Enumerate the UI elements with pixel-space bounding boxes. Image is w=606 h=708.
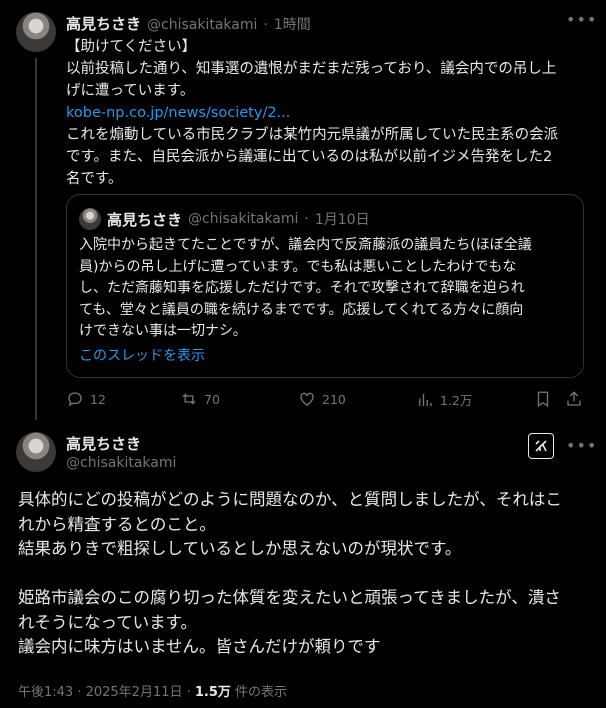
repost-icon [182, 393, 196, 405]
more-horizontal-icon[interactable]: ••• [566, 436, 597, 455]
grok-button[interactable] [528, 433, 554, 459]
body-line: 【助けてください】 [66, 39, 197, 55]
main-line: れから精査するとのこと。 [18, 514, 216, 534]
reply-button[interactable]: 12 [66, 390, 106, 408]
heart-icon [300, 392, 314, 406]
body-line: これを煽動している市民クラブは某竹内元県議が所属していた民主系の会派 [66, 127, 559, 143]
user-handle[interactable]: @chisakitakami [147, 17, 257, 33]
tweet1-body: 【助けてください】 以前投稿した通り、知事選の遺恨がまだまだ残っており、議会内で… [66, 36, 586, 190]
repost-button[interactable]: 70 [180, 390, 220, 408]
main-line: れそうになっています。 [18, 612, 198, 632]
thread-connector [35, 58, 37, 420]
quote-line: し、ただ斎藤知事を応援しただけです。それで攻撃されて辞職を迫られ [79, 280, 525, 296]
body-line: 以前投稿した通り、知事選の遺恨がまだまだ残っており、議会内での吊し上 [66, 61, 557, 77]
quote-line: けできない事は一切ナシ。 [79, 323, 247, 339]
views-button[interactable]: 1.2万 [416, 390, 472, 409]
bookmark-icon [537, 391, 549, 408]
like-count: 210 [322, 391, 346, 407]
reply-count: 12 [90, 391, 106, 407]
body-line: げに遭っています。 [66, 83, 195, 99]
user-handle[interactable]: @chisakitakami [66, 455, 176, 471]
main-line: 具体的にどの投稿がどのように問題なのか、と質問しましたが、それはこ [18, 490, 562, 509]
main-line: 議会内に味方はいません。皆さんだけが頼りです [18, 637, 381, 656]
share-button[interactable] [565, 390, 583, 408]
quote-display-name: 高見ちさき [107, 210, 183, 229]
article-link[interactable]: kobe-np.co.jp/news/society/2... [66, 102, 586, 124]
quote-date: 1月10日 [314, 212, 370, 228]
display-name[interactable]: 高見ちさき [66, 13, 141, 34]
main-line: 姫路市議会のこの腐り切った体質を変えたいと頑張ってきましたが、潰さ [18, 588, 561, 607]
repost-count: 70 [204, 391, 220, 407]
quoted-post[interactable]: 高見ちさき @chisakitakami · 1月10日 入院中から起きてたこと… [66, 194, 584, 378]
reply-icon [68, 392, 82, 407]
views-label: 件の表示 [230, 685, 288, 700]
like-button[interactable]: 210 [298, 390, 346, 408]
view-count: 1.5万 [194, 685, 231, 700]
analytics-icon [419, 393, 432, 406]
tweet1-header: 高見ちさき @chisakitakami · 1時間 [66, 13, 311, 34]
body-line: 名です。 [66, 171, 123, 187]
quote-avatar [79, 208, 101, 230]
quote-handle: @chisakitakami [188, 211, 299, 227]
post-time[interactable]: 1時間 [274, 14, 311, 34]
display-name[interactable]: 高見ちさき [66, 433, 141, 454]
bookmark-button[interactable] [534, 390, 552, 408]
body-line: です。また、自民会派から議運に出ているのは私が以前イジメ告発をした2 [66, 149, 553, 165]
main-line: 結果ありきで粗探ししているとしか思えないのが現状です。 [18, 539, 462, 558]
post-metadata: 午後1:43 · 2025年2月11日 · 1.5万 件の表示 [18, 681, 287, 700]
view-count: 1.2万 [440, 393, 473, 408]
avatar[interactable] [16, 432, 56, 472]
quote-line: 入院中から起きてたことですが、議会内で反斎藤派の議員たち(ほぼ全議 [79, 237, 532, 253]
grok-icon [535, 440, 547, 452]
quote-body: 入院中から起きてたことですが、議会内で反斎藤派の議員たち(ほぼ全議 員)からの吊… [79, 235, 575, 369]
post-timestamp[interactable]: 午後1:43 · 2025年2月11日 · [18, 685, 195, 700]
quote-line: 員)からの吊し上げに遭っています。でも私は悪いことしたわけでもな [79, 258, 517, 275]
avatar[interactable] [16, 12, 56, 52]
main-post-body: 具体的にどの投稿がどのように問題なのか、と質問しましたが、それはこ れから精査す… [18, 488, 588, 660]
show-thread-link[interactable]: このスレッドを表示 [79, 343, 575, 369]
more-horizontal-icon[interactable]: ••• [566, 10, 597, 29]
share-icon [567, 391, 581, 406]
quote-line: ても、堂々と議員の職を続けるまでです。応援してくれてる方々に顔向 [79, 301, 524, 318]
quote-header: 高見ちさき @chisakitakami · 1月10日 [79, 208, 370, 230]
